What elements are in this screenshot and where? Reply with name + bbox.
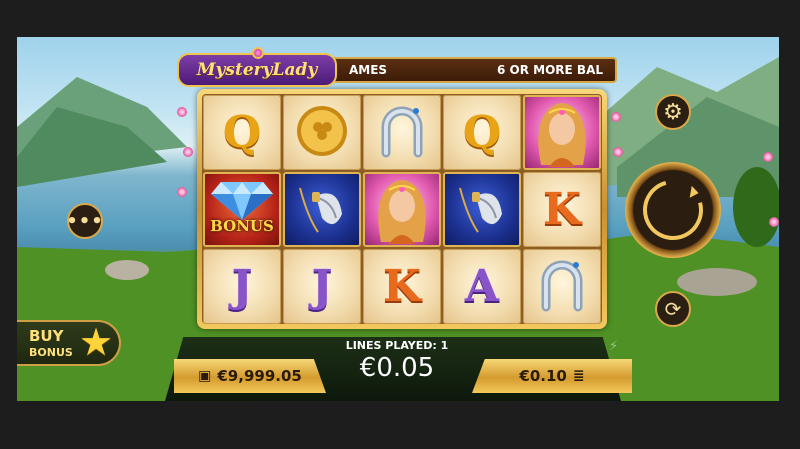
flower-decoration <box>183 147 193 157</box>
horseshoe-icon <box>376 103 428 163</box>
flower-decoration <box>611 112 621 122</box>
buy-bonus-label-top: BUY <box>29 327 64 345</box>
reel-cell: A <box>443 249 521 324</box>
ticker-text-right: 6 OR MORE BAL <box>497 63 603 77</box>
info-ticker: AMES 6 OR MORE BAL <box>317 57 617 83</box>
buy-bonus-button[interactable]: BUY BONUS ★ <box>17 320 121 366</box>
more-icon: ••• <box>66 210 104 232</box>
bonus-label: BONUS <box>210 217 274 235</box>
flower-decoration <box>177 107 187 117</box>
reel-cell <box>523 249 601 324</box>
settings-button[interactable]: ⚙ <box>655 94 691 130</box>
turbo-icon[interactable]: ⚡ <box>609 339 618 354</box>
balance-value: €9,999.05 <box>217 367 302 385</box>
mystery-lady-icon <box>527 95 597 171</box>
reel-cell: J <box>203 249 281 324</box>
game-stage: Q BONUS J J K Q A K AMES 6 OR MORE BAL MysteryL… <box>17 37 779 401</box>
ticker-text-left: AMES <box>349 63 388 77</box>
stake-value: €0.10 <box>519 367 567 385</box>
symbol-letter-j: J <box>311 260 333 312</box>
buy-bonus-label-bottom: BONUS <box>29 346 73 359</box>
spin-button[interactable] <box>625 162 721 258</box>
symbol-letter-k: K <box>542 183 582 235</box>
spin-arrow-icon <box>632 169 714 251</box>
reel-cell: Q <box>203 95 281 170</box>
reel-cell: J <box>283 249 361 324</box>
stake-selector[interactable]: €0.10 ≣ <box>472 359 632 393</box>
lines-played-label: LINES PLAYED: 1 <box>345 339 449 352</box>
reel-cell: Q <box>443 95 521 170</box>
reel-grid: Q BONUS J J K Q A K <box>202 94 602 324</box>
symbol-letter-q: Q <box>462 106 502 158</box>
logo-gem-icon <box>252 47 264 59</box>
reel-cell: K <box>523 172 601 247</box>
reel-cell <box>283 172 361 247</box>
star-icon: ★ <box>79 320 114 364</box>
reel-cell <box>363 172 441 247</box>
symbol-letter-q: Q <box>222 106 262 158</box>
reel-cell <box>363 95 441 170</box>
gear-icon: ⚙ <box>663 99 683 125</box>
autoplay-button[interactable]: ⟳ <box>655 291 691 327</box>
symbol-letter-k: K <box>382 260 422 312</box>
flower-decoration <box>177 187 187 197</box>
reel-frame: Q BONUS J J K Q A K <box>197 89 607 329</box>
more-menu-button[interactable]: ••• <box>66 203 104 239</box>
reel-cell: BONUS <box>203 172 281 247</box>
flower-decoration <box>763 152 773 162</box>
wallet-icon: ▣ <box>198 368 212 384</box>
reel-cell <box>443 172 521 247</box>
symbol-letter-j: J <box>231 260 253 312</box>
mystery-lady-icon <box>367 172 437 248</box>
coins-icon: ≣ <box>572 368 585 384</box>
reel-cell <box>523 95 601 170</box>
logo-text: MysteryLady <box>196 60 318 80</box>
game-logo: MysteryLady <box>177 47 337 87</box>
bet-amount-display: €0.05 <box>359 353 435 383</box>
horseshoe-icon <box>536 257 588 317</box>
symbol-letter-a: A <box>464 260 500 312</box>
autoplay-icon: ⟳ <box>664 297 682 321</box>
feather-pendant-icon <box>294 178 350 242</box>
gold-coin-icon <box>294 103 350 163</box>
flower-decoration <box>613 147 623 157</box>
reel-cell: K <box>363 249 441 324</box>
balance-display: ▣ €9,999.05 <box>174 359 326 393</box>
reel-cell <box>283 95 361 170</box>
flower-decoration <box>769 217 779 227</box>
feather-pendant-icon <box>454 178 510 242</box>
